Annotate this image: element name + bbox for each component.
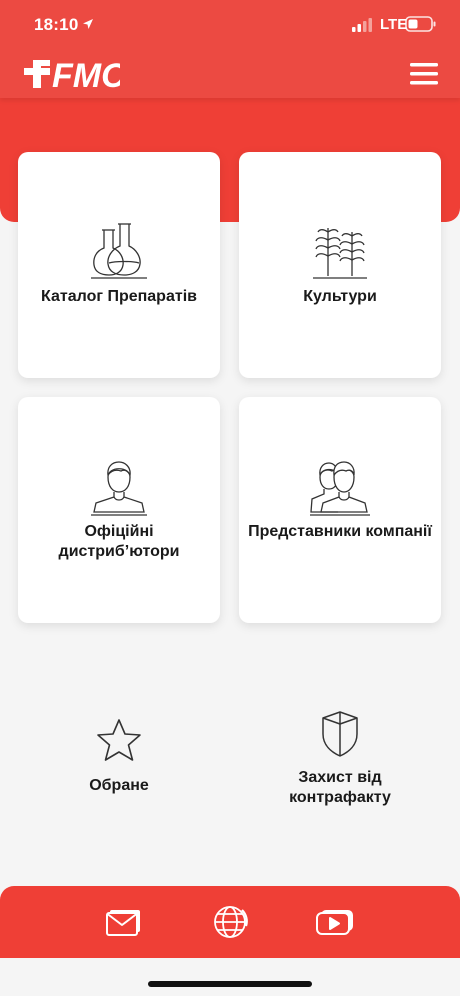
crops-icon <box>311 220 369 285</box>
status-bar: 18:10 LTE <box>0 0 460 50</box>
card-catalog-label: Каталог Препаратів <box>41 288 197 305</box>
fmc-logo: FMC <box>24 57 126 95</box>
anti-counterfeit-tile[interactable]: Захист від контрафакту <box>239 706 441 856</box>
bottom-bar <box>0 886 460 958</box>
status-time: 18:10 <box>34 15 79 34</box>
logo-text: FMC <box>52 58 120 90</box>
person-icon <box>91 457 147 522</box>
battery-icon <box>405 16 437 37</box>
card-distributors-label: Офіційні дистриб’ютори <box>58 523 180 560</box>
card-crops[interactable]: Культури <box>239 152 441 378</box>
hamburger-menu-icon[interactable] <box>406 60 442 88</box>
location-arrow-icon <box>82 17 94 35</box>
card-catalog[interactable]: Каталог Препаратів <box>18 152 220 378</box>
card-representatives[interactable]: Представники компанії <box>239 397 441 623</box>
star-icon <box>94 716 144 771</box>
card-distributors[interactable]: Офіційні дистриб’ютори <box>18 397 220 623</box>
home-indicator[interactable] <box>148 981 312 987</box>
network-type: LTE <box>380 16 408 33</box>
favorites-label: Обране <box>89 777 149 794</box>
card-representatives-label: Представники компанії <box>248 523 432 540</box>
signal-icon <box>352 18 374 37</box>
youtube-icon[interactable] <box>316 908 356 941</box>
favorites-tile[interactable]: Обране <box>18 712 220 862</box>
shield-icon <box>320 710 360 763</box>
flasks-icon <box>91 220 147 285</box>
people-icon <box>310 457 370 522</box>
anti-counterfeit-label: Захист від контрафакту <box>289 769 391 806</box>
globe-icon[interactable] <box>211 904 249 945</box>
card-crops-label: Культури <box>303 288 377 305</box>
mail-icon[interactable] <box>106 908 142 941</box>
